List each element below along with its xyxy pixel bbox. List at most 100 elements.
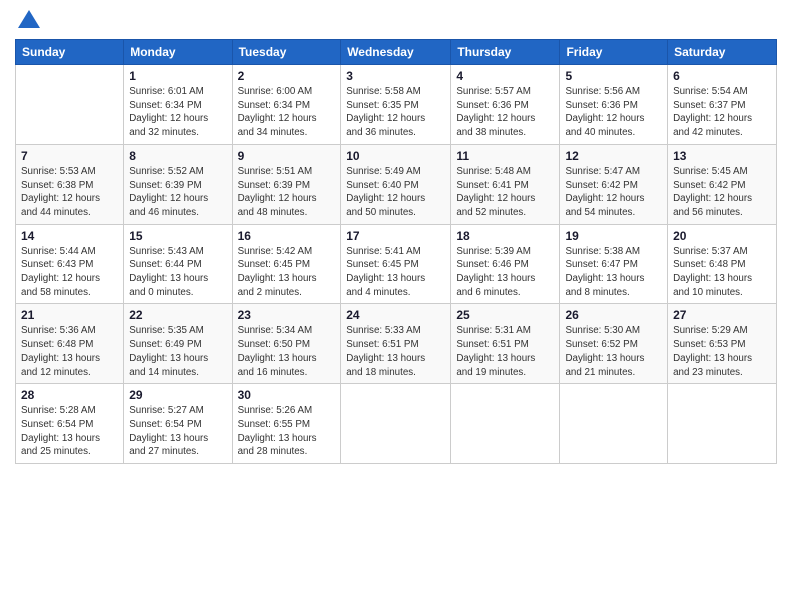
day-number: 13 — [673, 149, 771, 163]
day-number: 2 — [238, 69, 336, 83]
day-info: Sunrise: 5:37 AMSunset: 6:48 PMDaylight:… — [673, 245, 771, 300]
day-number: 29 — [129, 388, 226, 402]
calendar-cell: 16 Sunrise: 5:42 AMSunset: 6:45 PMDayligh… — [232, 224, 341, 304]
day-info: Sunrise: 5:27 AMSunset: 6:54 PMDaylight:… — [129, 404, 226, 459]
calendar-cell: 6 Sunrise: 5:54 AMSunset: 6:37 PMDaylight… — [668, 65, 777, 145]
calendar-cell: 17 Sunrise: 5:41 AMSunset: 6:45 PMDayligh… — [341, 224, 451, 304]
calendar-row: 21 Sunrise: 5:36 AMSunset: 6:48 PMDayligh… — [16, 304, 777, 384]
calendar-cell: 1Sunrise: 6:01 AMSunset: 6:34 PMDaylight… — [124, 65, 232, 145]
calendar-cell — [560, 384, 668, 464]
calendar-cell: 8 Sunrise: 5:52 AMSunset: 6:39 PMDaylight… — [124, 144, 232, 224]
day-number: 16 — [238, 229, 336, 243]
calendar-cell: 5 Sunrise: 5:56 AMSunset: 6:36 PMDaylight… — [560, 65, 668, 145]
calendar-cell: 11 Sunrise: 5:48 AMSunset: 6:41 PMDayligh… — [451, 144, 560, 224]
day-info: Sunrise: 5:44 AMSunset: 6:43 PMDaylight:… — [21, 245, 118, 300]
calendar-row: 7 Sunrise: 5:53 AMSunset: 6:38 PMDaylight… — [16, 144, 777, 224]
calendar-cell: 3Sunrise: 5:58 AMSunset: 6:35 PMDaylight… — [341, 65, 451, 145]
calendar-cell: 12 Sunrise: 5:47 AMSunset: 6:42 PMDayligh… — [560, 144, 668, 224]
day-info: Sunrise: 5:26 AMSunset: 6:55 PMDaylight:… — [238, 404, 336, 459]
day-info: Sunrise: 5:29 AMSunset: 6:53 PMDaylight:… — [673, 324, 771, 379]
calendar-row: 14 Sunrise: 5:44 AMSunset: 6:43 PMDayligh… — [16, 224, 777, 304]
day-number: 17 — [346, 229, 445, 243]
page-container: Sunday Monday Tuesday Wednesday Thursday… — [0, 0, 792, 474]
calendar-cell: 25 Sunrise: 5:31 AMSunset: 6:51 PMDayligh… — [451, 304, 560, 384]
calendar-header-row: Sunday Monday Tuesday Wednesday Thursday… — [16, 40, 777, 65]
calendar-cell: 28Sunrise: 5:28 AMSunset: 6:54 PMDayligh… — [16, 384, 124, 464]
day-info: Sunrise: 5:30 AMSunset: 6:52 PMDaylight:… — [565, 324, 662, 379]
calendar-cell: 19Sunrise: 5:38 AMSunset: 6:47 PMDayligh… — [560, 224, 668, 304]
calendar-cell — [451, 384, 560, 464]
day-info: Sunrise: 5:35 AMSunset: 6:49 PMDaylight:… — [129, 324, 226, 379]
day-info: Sunrise: 5:34 AMSunset: 6:50 PMDaylight:… — [238, 324, 336, 379]
calendar-cell: 20Sunrise: 5:37 AMSunset: 6:48 PMDayligh… — [668, 224, 777, 304]
day-info: Sunrise: 5:48 AMSunset: 6:41 PMDaylight:… — [456, 165, 554, 220]
calendar-cell: 23 Sunrise: 5:34 AMSunset: 6:50 PMDayligh… — [232, 304, 341, 384]
day-number: 11 — [456, 149, 554, 163]
day-info: Sunrise: 5:56 AMSunset: 6:36 PMDaylight:… — [565, 85, 662, 140]
day-number: 1 — [129, 69, 226, 83]
day-info: Sunrise: 5:41 AMSunset: 6:45 PMDaylight:… — [346, 245, 445, 300]
calendar-cell: 2 Sunrise: 6:00 AMSunset: 6:34 PMDaylight… — [232, 65, 341, 145]
day-info: Sunrise: 5:31 AMSunset: 6:51 PMDaylight:… — [456, 324, 554, 379]
calendar-cell: 30 Sunrise: 5:26 AMSunset: 6:55 PMDayligh… — [232, 384, 341, 464]
day-number: 22 — [129, 308, 226, 322]
day-info: Sunrise: 5:54 AMSunset: 6:37 PMDaylight:… — [673, 85, 771, 140]
day-info: Sunrise: 5:36 AMSunset: 6:48 PMDaylight:… — [21, 324, 118, 379]
day-number: 23 — [238, 308, 336, 322]
day-number: 21 — [21, 308, 118, 322]
col-tuesday: Tuesday — [232, 40, 341, 65]
day-number: 14 — [21, 229, 118, 243]
col-friday: Friday — [560, 40, 668, 65]
day-number: 12 — [565, 149, 662, 163]
col-saturday: Saturday — [668, 40, 777, 65]
day-info: Sunrise: 5:45 AMSunset: 6:42 PMDaylight:… — [673, 165, 771, 220]
calendar-cell — [16, 65, 124, 145]
day-number: 6 — [673, 69, 771, 83]
calendar-cell: 15Sunrise: 5:43 AMSunset: 6:44 PMDayligh… — [124, 224, 232, 304]
calendar-cell: 24 Sunrise: 5:33 AMSunset: 6:51 PMDayligh… — [341, 304, 451, 384]
col-thursday: Thursday — [451, 40, 560, 65]
day-number: 10 — [346, 149, 445, 163]
calendar-cell: 27Sunrise: 5:29 AMSunset: 6:53 PMDayligh… — [668, 304, 777, 384]
day-info: Sunrise: 5:43 AMSunset: 6:44 PMDaylight:… — [129, 245, 226, 300]
day-number: 8 — [129, 149, 226, 163]
calendar-cell: 7 Sunrise: 5:53 AMSunset: 6:38 PMDaylight… — [16, 144, 124, 224]
calendar-cell: 10 Sunrise: 5:49 AMSunset: 6:40 PMDayligh… — [341, 144, 451, 224]
calendar-cell: 13 Sunrise: 5:45 AMSunset: 6:42 PMDayligh… — [668, 144, 777, 224]
day-info: Sunrise: 5:42 AMSunset: 6:45 PMDaylight:… — [238, 245, 336, 300]
day-number: 9 — [238, 149, 336, 163]
col-sunday: Sunday — [16, 40, 124, 65]
calendar: Sunday Monday Tuesday Wednesday Thursday… — [15, 39, 777, 464]
calendar-cell: 14 Sunrise: 5:44 AMSunset: 6:43 PMDayligh… — [16, 224, 124, 304]
logo-icon — [16, 8, 42, 34]
day-number: 4 — [456, 69, 554, 83]
day-info: Sunrise: 5:28 AMSunset: 6:54 PMDaylight:… — [21, 404, 118, 459]
calendar-cell: 29 Sunrise: 5:27 AMSunset: 6:54 PMDayligh… — [124, 384, 232, 464]
day-info: Sunrise: 5:57 AMSunset: 6:36 PMDaylight:… — [456, 85, 554, 140]
header — [15, 10, 777, 31]
day-number: 18 — [456, 229, 554, 243]
logo — [15, 10, 42, 31]
day-number: 30 — [238, 388, 336, 402]
day-number: 24 — [346, 308, 445, 322]
day-number: 7 — [21, 149, 118, 163]
calendar-cell: 22 Sunrise: 5:35 AMSunset: 6:49 PMDayligh… — [124, 304, 232, 384]
calendar-row: 1Sunrise: 6:01 AMSunset: 6:34 PMDaylight… — [16, 65, 777, 145]
calendar-cell: 18Sunrise: 5:39 AMSunset: 6:46 PMDayligh… — [451, 224, 560, 304]
day-info: Sunrise: 5:52 AMSunset: 6:39 PMDaylight:… — [129, 165, 226, 220]
calendar-row: 28Sunrise: 5:28 AMSunset: 6:54 PMDayligh… — [16, 384, 777, 464]
day-number: 3 — [346, 69, 445, 83]
day-number: 26 — [565, 308, 662, 322]
calendar-cell — [668, 384, 777, 464]
day-info: Sunrise: 5:33 AMSunset: 6:51 PMDaylight:… — [346, 324, 445, 379]
calendar-cell: 21 Sunrise: 5:36 AMSunset: 6:48 PMDayligh… — [16, 304, 124, 384]
day-info: Sunrise: 5:47 AMSunset: 6:42 PMDaylight:… — [565, 165, 662, 220]
day-info: Sunrise: 5:49 AMSunset: 6:40 PMDaylight:… — [346, 165, 445, 220]
day-info: Sunrise: 6:00 AMSunset: 6:34 PMDaylight:… — [238, 85, 336, 140]
day-info: Sunrise: 5:53 AMSunset: 6:38 PMDaylight:… — [21, 165, 118, 220]
day-info: Sunrise: 5:51 AMSunset: 6:39 PMDaylight:… — [238, 165, 336, 220]
day-number: 25 — [456, 308, 554, 322]
day-number: 5 — [565, 69, 662, 83]
day-number: 19 — [565, 229, 662, 243]
calendar-cell: 26 Sunrise: 5:30 AMSunset: 6:52 PMDayligh… — [560, 304, 668, 384]
